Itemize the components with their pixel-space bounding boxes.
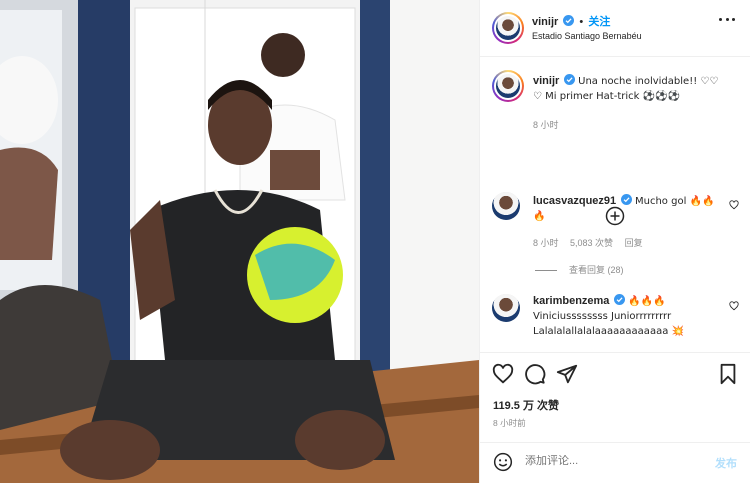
view-replies-button[interactable]: 查看回复 (28)	[535, 263, 624, 276]
post-sidebar: vinijr • 关注 Estadio Santiago Bernabéu vi…	[479, 0, 750, 483]
follow-button[interactable]: 关注	[588, 16, 610, 28]
comment-item: lucasvazquez91 Mucho gol 🔥🔥 🔥	[533, 194, 733, 224]
heart-icon[interactable]	[492, 363, 514, 385]
comment-composer: 发布	[480, 442, 750, 483]
add-comment-input[interactable]	[525, 455, 695, 467]
post-comment-button[interactable]: 发布	[715, 455, 737, 471]
more-options-icon[interactable]	[719, 18, 735, 24]
post-header: vinijr • 关注 Estadio Santiago Bernabéu	[480, 0, 750, 57]
comment-item: karimbenzema 🔥🔥🔥 Viniciussssssss Juniorr…	[533, 294, 733, 339]
commenter-avatar[interactable]	[492, 294, 520, 322]
replies-divider	[535, 270, 557, 272]
emoji-smiley-icon[interactable]	[493, 452, 513, 472]
caption-username[interactable]: vinijr	[533, 75, 559, 87]
caption-text: Una noche inolvidable!! ♡♡ ♡ Mi primer H…	[533, 76, 719, 102]
post-location[interactable]: Estadio Santiago Bernabéu	[532, 31, 642, 41]
comment-bubble-icon[interactable]	[524, 363, 546, 385]
comment-like-heart-icon[interactable]	[729, 200, 739, 210]
post-actions: 119.5 万 次赞 8 小时前	[480, 352, 750, 442]
comments-section: vinijr Una noche inolvidable!! ♡♡ ♡ Mi p…	[480, 58, 750, 348]
bookmark-icon[interactable]	[717, 363, 739, 385]
commenter-avatar[interactable]	[492, 192, 520, 220]
verified-badge-icon	[621, 194, 633, 205]
verified-badge-icon	[563, 15, 575, 26]
caption: vinijr Una noche inolvidable!! ♡♡ ♡ Mi p…	[533, 74, 733, 104]
verified-badge-icon	[614, 294, 626, 305]
comment-meta: 8 小时 5,083 次赞 回复	[533, 236, 652, 249]
like-count[interactable]: 119.5 万 次赞	[493, 397, 559, 413]
comment-like-heart-icon[interactable]	[729, 301, 739, 311]
caption-avatar[interactable]	[492, 70, 524, 102]
comment-time: 8 小时	[533, 238, 559, 248]
comment-likes[interactable]: 5,083 次赞	[570, 238, 613, 248]
paper-plane-icon[interactable]	[556, 363, 578, 385]
post-photo[interactable]	[0, 0, 479, 483]
reply-button[interactable]: 回复	[625, 238, 643, 248]
comment-username[interactable]: karimbenzema	[533, 295, 609, 307]
author-line: vinijr • 关注	[532, 13, 610, 29]
comment-username[interactable]: lucasvazquez91	[533, 195, 616, 207]
caption-time: 8 小时	[533, 120, 559, 130]
post-photo-illustration	[0, 0, 479, 483]
author-avatar[interactable]	[492, 12, 524, 44]
separator-dot: •	[579, 16, 584, 28]
author-username[interactable]: vinijr	[532, 16, 558, 28]
verified-badge-icon	[564, 74, 576, 85]
view-replies-label: 查看回复 (28)	[569, 265, 624, 275]
post-timestamp: 8 小时前	[493, 418, 526, 428]
